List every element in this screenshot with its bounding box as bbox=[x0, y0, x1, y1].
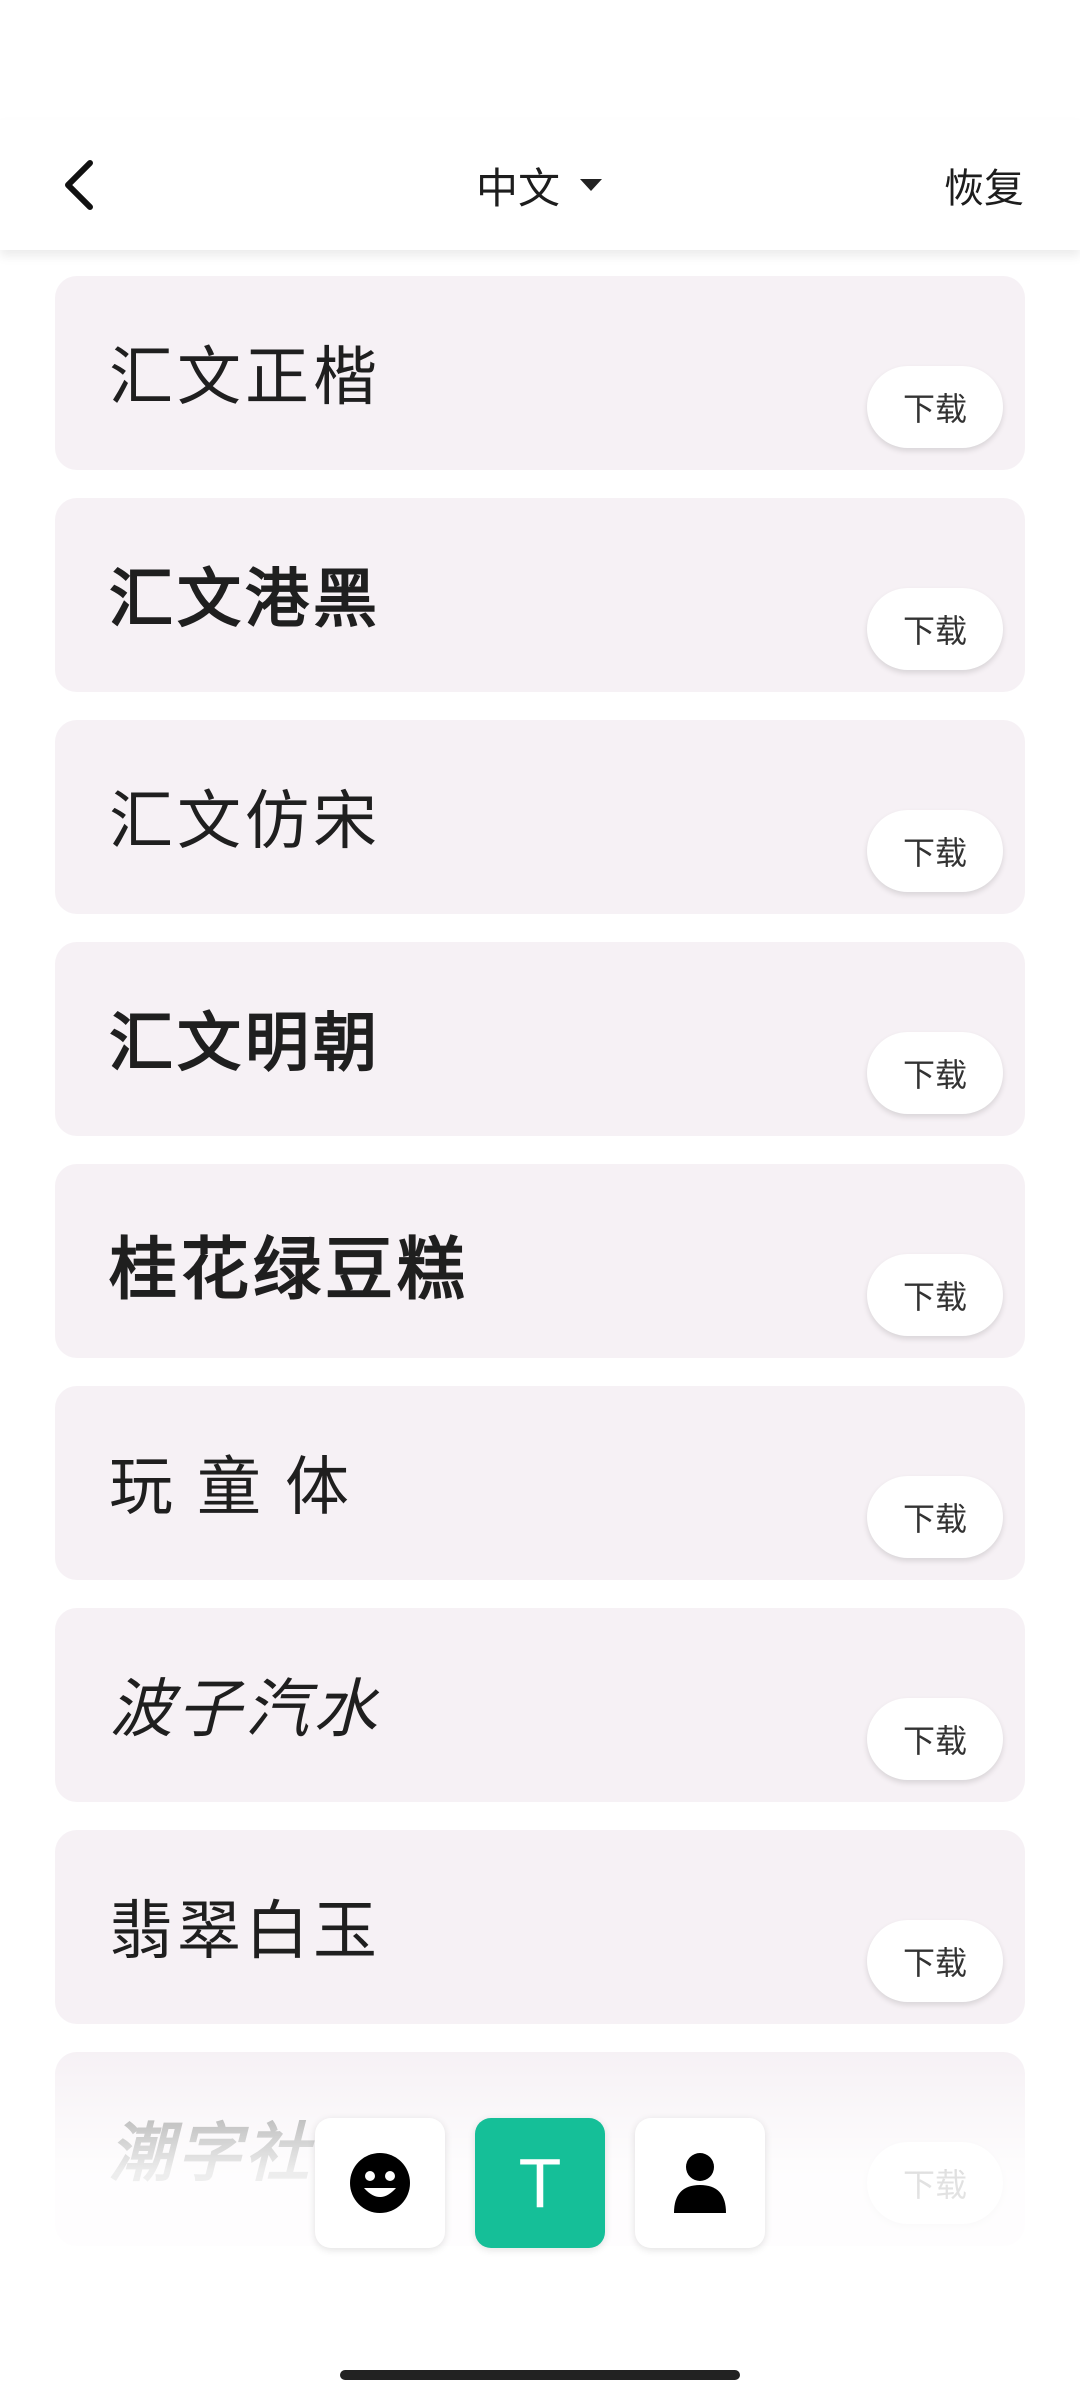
status-bar bbox=[0, 0, 1080, 120]
text-icon: T bbox=[518, 2144, 562, 2222]
download-button[interactable]: 下载 bbox=[867, 366, 1003, 448]
app-header: 中文 恢复 bbox=[0, 120, 1080, 250]
font-card[interactable]: 汇文仿宋 下载 bbox=[55, 720, 1025, 914]
font-card[interactable]: 汇文正楷 下载 bbox=[55, 276, 1025, 470]
font-name: 桂花绿豆糕 bbox=[109, 1231, 470, 1310]
download-button[interactable]: 下载 bbox=[867, 1476, 1003, 1558]
home-indicator bbox=[340, 2370, 740, 2380]
person-icon bbox=[674, 2153, 726, 2213]
download-button[interactable]: 下载 bbox=[867, 1698, 1003, 1780]
download-button[interactable]: 下载 bbox=[867, 1254, 1003, 1336]
font-name: 波子汽水 bbox=[109, 1673, 381, 1747]
download-button[interactable]: 下载 bbox=[867, 810, 1003, 892]
nav-profile-button[interactable] bbox=[635, 2118, 765, 2248]
page-title: 中文 bbox=[475, 163, 560, 213]
font-list: 汇文正楷 下载 汇文港黑 下载 汇文仿宋 下载 汇文明朝 下载 桂花绿豆糕 下载… bbox=[55, 276, 1025, 2274]
font-name: 玩童体 bbox=[109, 1451, 373, 1525]
font-name: 汇文正楷 bbox=[109, 341, 381, 415]
font-name: 汇文仿宋 bbox=[109, 785, 381, 859]
font-name: 汇文港黑 bbox=[109, 563, 381, 637]
font-card[interactable]: 玩童体 下载 bbox=[55, 1386, 1025, 1580]
download-button[interactable]: 下载 bbox=[867, 1032, 1003, 1114]
font-card[interactable]: 汇文明朝 下载 bbox=[55, 942, 1025, 1136]
download-button[interactable]: 下载 bbox=[867, 1920, 1003, 2002]
download-button[interactable]: 下载 bbox=[867, 588, 1003, 670]
font-card[interactable]: 汇文港黑 下载 bbox=[55, 498, 1025, 692]
font-card[interactable]: 波子汽水 下载 bbox=[55, 1608, 1025, 1802]
language-selector[interactable]: 中文 bbox=[0, 140, 1080, 230]
nav-text-button[interactable]: T bbox=[475, 2118, 605, 2248]
restore-button[interactable]: 恢复 bbox=[944, 140, 1024, 230]
caret-down-icon bbox=[580, 179, 602, 191]
nav-emoji-button[interactable] bbox=[315, 2118, 445, 2248]
font-name: 汇文明朝 bbox=[109, 1006, 381, 1081]
smiley-icon bbox=[350, 2153, 410, 2213]
font-name: 翡翠白玉 bbox=[109, 1895, 381, 1969]
font-card[interactable]: 翡翠白玉 下载 bbox=[55, 1830, 1025, 2024]
font-card[interactable]: 桂花绿豆糕 下载 bbox=[55, 1164, 1025, 1358]
bottom-nav: T bbox=[0, 2118, 1080, 2252]
